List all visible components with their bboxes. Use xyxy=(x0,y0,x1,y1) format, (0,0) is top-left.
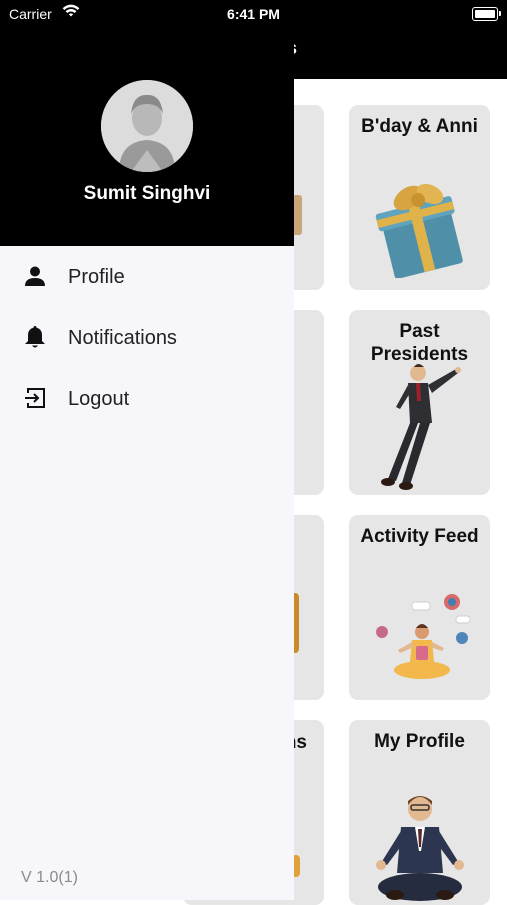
menu-item-profile[interactable]: Profile xyxy=(0,248,294,304)
bell-icon xyxy=(22,325,48,349)
card-past-presidents[interactable]: Past Presidents xyxy=(349,310,490,495)
menu-item-label: Profile xyxy=(68,266,125,288)
card-title: My Profile xyxy=(374,731,465,752)
avatar[interactable] xyxy=(101,80,193,172)
meditating-woman-icon xyxy=(349,588,490,688)
menu-item-label: Notifications xyxy=(68,327,177,349)
card-title: Activity Feed xyxy=(360,526,479,547)
menu-item-logout[interactable]: Logout xyxy=(0,370,294,426)
logout-icon xyxy=(22,386,48,410)
meditating-man-icon xyxy=(349,781,490,905)
menu-item-label: Logout xyxy=(68,388,130,410)
default-avatar-icon xyxy=(101,80,193,172)
user-name: Sumit Singhvi xyxy=(83,183,211,204)
card-my-profile[interactable]: My Profile xyxy=(349,720,490,905)
card-bday-anniversary[interactable]: B'day & Anni xyxy=(349,105,490,290)
card-activity-feed[interactable]: Activity Feed xyxy=(349,515,490,700)
battery-level xyxy=(475,10,495,18)
businessman-leaning-icon xyxy=(349,361,490,491)
drawer-header: Sumit Singhvi xyxy=(0,28,294,246)
menu-item-notifications[interactable]: Notifications xyxy=(0,309,294,365)
status-bar: Carrier 6:41 PM xyxy=(0,0,507,28)
person-icon xyxy=(22,264,48,288)
clock: 6:41 PM xyxy=(227,6,280,22)
card-title: Past Presidents xyxy=(370,321,469,365)
card-title: B'day & Anni xyxy=(361,116,478,137)
battery-icon xyxy=(472,7,501,21)
navigation-drawer: Sumit Singhvi Profile Notifications Logo… xyxy=(0,28,294,900)
app-version: V 1.0(1) xyxy=(21,869,78,886)
gift-box-icon xyxy=(349,174,490,278)
